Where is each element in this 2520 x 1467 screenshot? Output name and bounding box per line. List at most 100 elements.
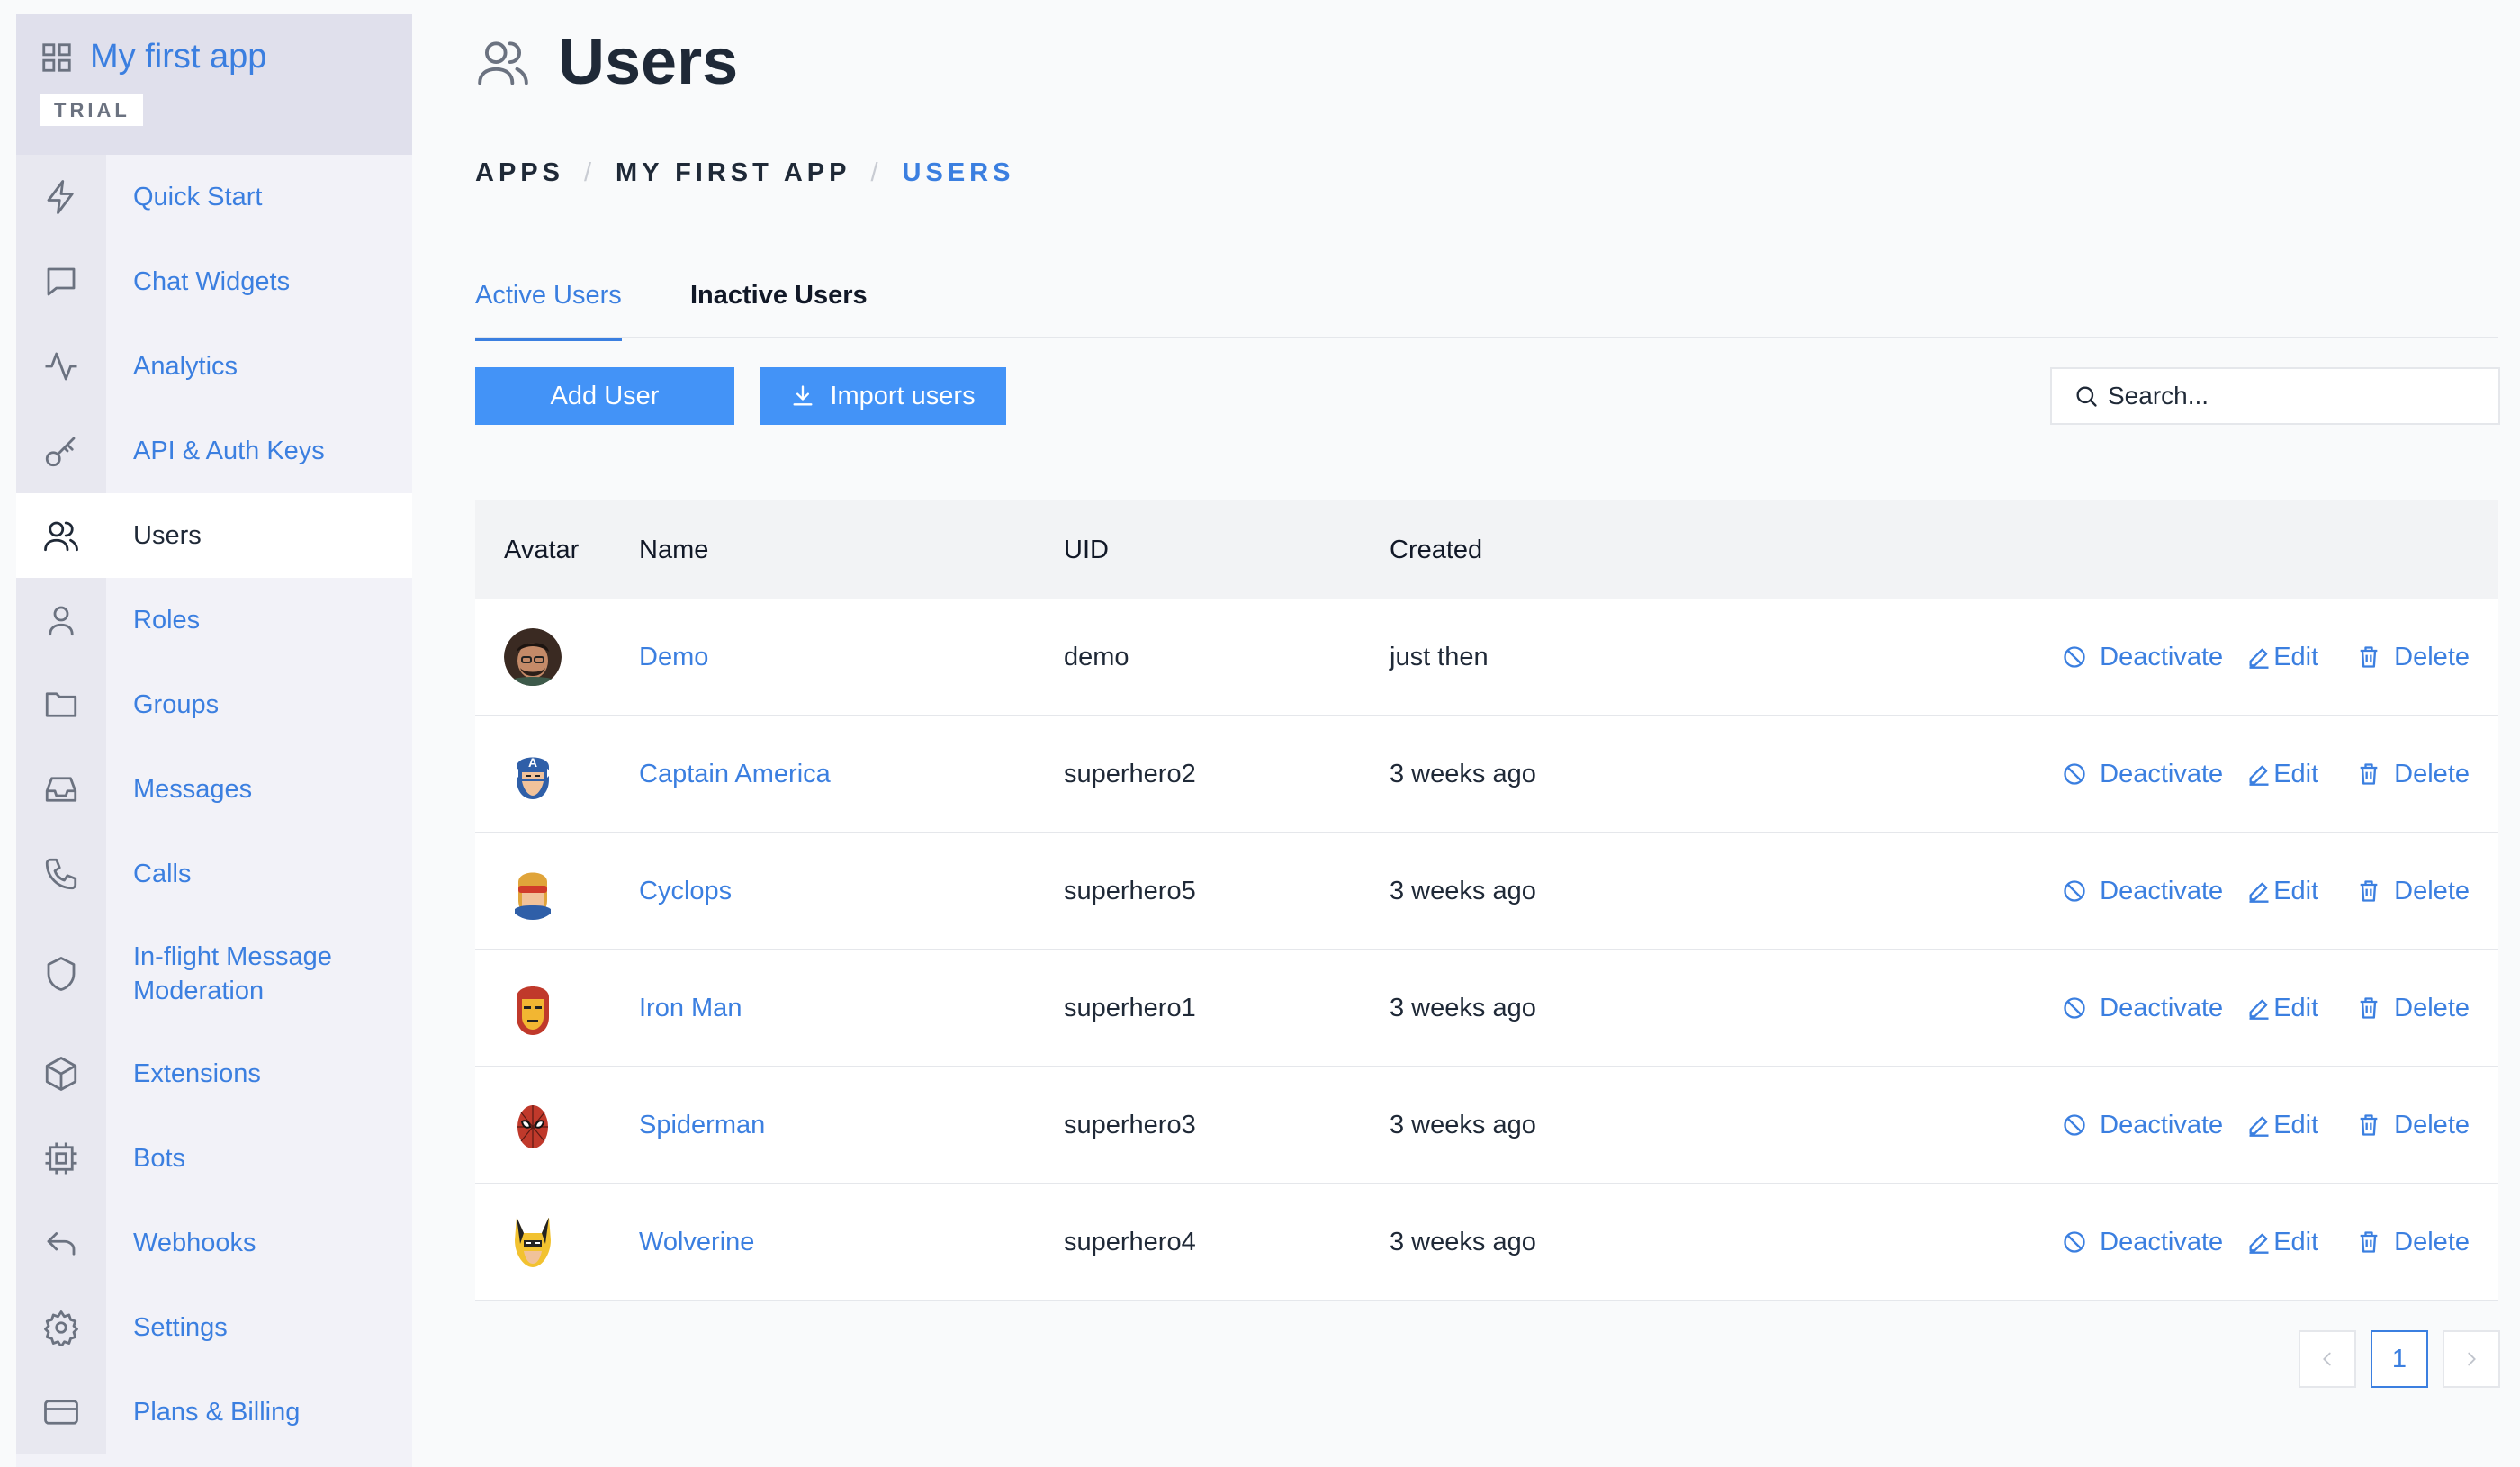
users-icon [16,517,106,554]
sidebar-item-settings[interactable]: Settings [16,1285,412,1370]
sidebar-item-label: In-flight Message Moderation [133,942,332,1005]
sidebar-item-groups[interactable]: Groups [16,662,412,747]
edit-label: Edit [2273,876,2319,905]
app-switcher[interactable]: My first app [40,38,412,76]
edit-button[interactable]: Edit [2246,760,2318,789]
trash-icon [2356,644,2394,670]
edit-button[interactable]: Edit [2246,643,2318,672]
deactivate-label: Deactivate [2100,993,2224,1022]
row-actions: Deactivate Edit Delete [2062,877,2470,906]
row-actions: Deactivate Edit Delete [2062,643,2470,672]
sidebar-item-users[interactable]: Users [16,493,412,578]
deactivate-label: Deactivate [2100,876,2224,905]
sidebar: My first app TRIAL Quick Start Chat Widg… [16,14,412,1467]
users-icon [475,34,531,90]
sidebar-item-label: Bots [133,1144,186,1173]
ban-icon [2062,761,2100,787]
table-row: A Captain America superhero2 3 weeks ago… [475,716,2498,833]
edit-button[interactable]: Edit [2246,877,2318,906]
user-name-link[interactable]: Wolverine [639,1228,754,1257]
photo-avatar [504,628,562,686]
grid-icon [40,40,74,75]
page-number-button[interactable]: 1 [2371,1330,2428,1388]
sidebar-item-messages[interactable]: Messages [16,747,412,832]
sidebar-item-chat-widgets[interactable]: Chat Widgets [16,239,412,324]
user-name-link[interactable]: Captain America [639,760,831,789]
sidebar-item-label: API & Auth Keys [133,436,325,465]
user-name-link[interactable]: Spiderman [639,1111,765,1140]
breadcrumb-apps[interactable]: APPS [475,158,564,188]
edit-label: Edit [2273,993,2319,1022]
user-created: 3 weeks ago [1390,993,1536,1022]
download-icon [790,383,830,409]
tab-active-users[interactable]: Active Users [475,281,622,341]
user-tabs: Active Users Inactive Users [475,261,2498,341]
delete-label: Delete [2394,642,2470,671]
import-users-button[interactable]: Import users [760,367,1006,425]
sidebar-item-webhooks[interactable]: Webhooks [16,1201,412,1285]
edit-label: Edit [2273,1110,2319,1139]
inbox-icon [16,770,106,808]
delete-button[interactable]: Delete [2356,994,2470,1023]
edit-label: Edit [2273,1227,2319,1256]
deactivate-button[interactable]: Deactivate [2062,877,2223,906]
sidebar-item-label: Roles [133,606,201,634]
search-input[interactable] [2108,382,2486,410]
sidebar-item-label: Calls [133,860,192,888]
sidebar-item-plans-billing[interactable]: Plans & Billing [16,1370,412,1454]
trash-icon [2356,761,2394,787]
ban-icon [2062,1112,2100,1138]
delete-button[interactable]: Delete [2356,1228,2470,1257]
ban-icon [2062,878,2100,904]
delete-button[interactable]: Delete [2356,760,2470,789]
trash-icon [2356,995,2394,1021]
return-arrow-icon [16,1224,106,1262]
svg-text:A: A [528,755,537,770]
delete-button[interactable]: Delete [2356,877,2470,906]
sidebar-nav: Quick Start Chat Widgets Analytics API &… [16,155,412,1454]
app-name[interactable]: My first app [90,38,266,76]
edit-button[interactable]: Edit [2246,1228,2318,1257]
deactivate-label: Deactivate [2100,1227,2224,1256]
user-created: 3 weeks ago [1390,1110,1536,1139]
lightning-icon [16,178,106,216]
sidebar-item-moderation[interactable]: In-flight Message Moderation [16,916,412,1031]
iron-man-avatar [504,979,562,1037]
sidebar-item-extensions[interactable]: Extensions [16,1031,412,1116]
sidebar-item-api-auth-keys[interactable]: API & Auth Keys [16,409,412,493]
prev-page-button[interactable] [2299,1330,2356,1388]
breadcrumb-current: USERS [902,158,1015,187]
user-name-link[interactable]: Iron Man [639,994,742,1023]
pencil-icon [2246,878,2273,904]
wolverine-avatar [504,1213,562,1271]
activity-icon [16,347,106,385]
user-uid: superhero4 [1064,1227,1196,1256]
search-icon [2074,383,2099,409]
cube-icon [16,1055,106,1093]
breadcrumb-app[interactable]: MY FIRST APP [616,158,850,188]
tab-inactive-users[interactable]: Inactive Users [690,281,868,338]
edit-button[interactable]: Edit [2246,1111,2318,1140]
search-box[interactable] [2050,367,2500,425]
ban-icon [2062,995,2100,1021]
delete-button[interactable]: Delete [2356,1111,2470,1140]
deactivate-button[interactable]: Deactivate [2062,1111,2223,1140]
sidebar-item-roles[interactable]: Roles [16,578,412,662]
sidebar-item-calls[interactable]: Calls [16,832,412,916]
user-name-link[interactable]: Cyclops [639,877,732,906]
delete-button[interactable]: Delete [2356,643,2470,672]
next-page-button[interactable] [2443,1330,2500,1388]
sidebar-item-quick-start[interactable]: Quick Start [16,155,412,239]
deactivate-button[interactable]: Deactivate [2062,1228,2223,1257]
sidebar-item-analytics[interactable]: Analytics [16,324,412,409]
add-user-button[interactable]: Add User [475,367,734,425]
sidebar-item-bots[interactable]: Bots [16,1116,412,1201]
deactivate-button[interactable]: Deactivate [2062,994,2223,1023]
edit-button[interactable]: Edit [2246,994,2318,1023]
deactivate-button[interactable]: Deactivate [2062,760,2223,789]
delete-label: Delete [2394,876,2470,905]
deactivate-button[interactable]: Deactivate [2062,643,2223,672]
user-name-link[interactable]: Demo [639,643,708,672]
sidebar-item-label: Settings [133,1313,228,1342]
trial-badge: TRIAL [40,94,143,126]
